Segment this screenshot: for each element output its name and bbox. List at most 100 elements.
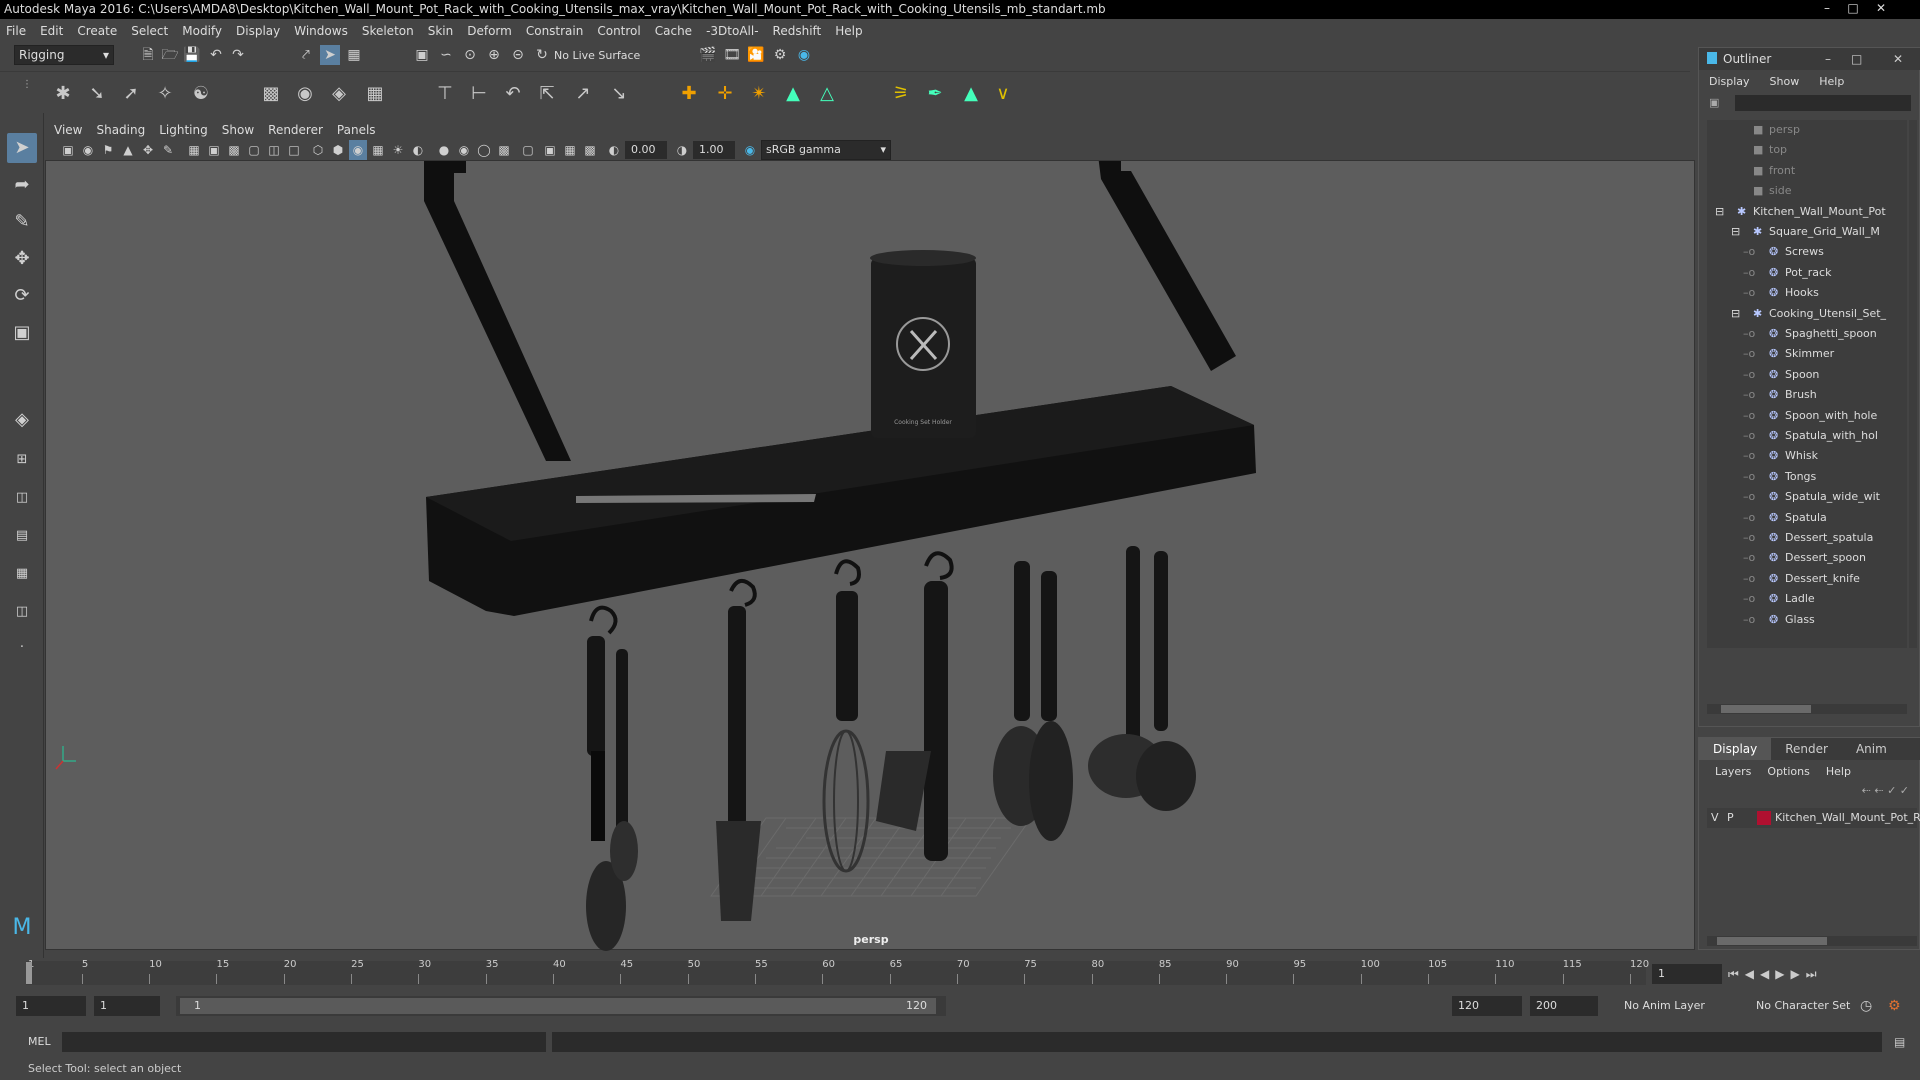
exposure-field[interactable]: 0.00 bbox=[625, 141, 667, 159]
sculpt-icon[interactable]: ✴ bbox=[746, 81, 772, 107]
scale-tool-icon[interactable]: ▣ bbox=[7, 318, 37, 348]
joint-tool-icon[interactable]: ✱ bbox=[50, 81, 76, 107]
layer-tab-render[interactable]: Render bbox=[1771, 738, 1842, 760]
paint-weights-icon[interactable]: ◈ bbox=[326, 81, 352, 107]
layer-playback[interactable]: P bbox=[1727, 808, 1734, 828]
parent-constraint-icon[interactable]: ⊤ bbox=[432, 81, 458, 107]
playback-end-field[interactable]: 120 bbox=[1452, 996, 1522, 1016]
snap-live-icon[interactable]: ↻ bbox=[532, 45, 552, 65]
current-frame-field[interactable]: 1 bbox=[1652, 964, 1722, 984]
menu-redshift[interactable]: Redshift bbox=[773, 24, 822, 38]
ik-handle-icon[interactable]: ➘ bbox=[84, 81, 110, 107]
depth-of-field-icon[interactable]: ▩ bbox=[495, 140, 513, 160]
layer-visibility[interactable]: V bbox=[1711, 808, 1719, 828]
live-surface-field[interactable]: No Live Surface bbox=[554, 47, 654, 65]
outliner-item[interactable]: –o ❂ Brush bbox=[1707, 385, 1907, 405]
layer-menu-help[interactable]: Help bbox=[1826, 762, 1851, 782]
command-input[interactable] bbox=[62, 1032, 546, 1052]
outliner-item[interactable]: –o ❂ Dessert_spoon bbox=[1707, 548, 1907, 568]
menu-select[interactable]: Select bbox=[131, 24, 168, 38]
maximize-icon[interactable]: □ bbox=[1842, 0, 1864, 17]
outliner-item[interactable]: –o ❂ Spatula_wide_wit bbox=[1707, 487, 1907, 507]
bookmark-icon[interactable]: ⚑ bbox=[99, 140, 117, 160]
outliner-item[interactable]: ■ persp bbox=[1707, 120, 1907, 140]
textured-icon[interactable]: ▦ bbox=[369, 140, 387, 160]
start-frame-field[interactable]: 1 bbox=[16, 996, 86, 1016]
outliner-item[interactable]: –o ❂ Glass bbox=[1707, 610, 1907, 630]
anim-layer-dropdown[interactable]: No Anim Layer bbox=[1624, 996, 1734, 1016]
pole-vector-icon[interactable]: ↘ bbox=[606, 81, 632, 107]
outliner-item[interactable]: –o ❂ Spoon bbox=[1707, 365, 1907, 385]
outliner-item[interactable]: ■ side bbox=[1707, 181, 1907, 201]
redo-icon[interactable]: ↷ bbox=[228, 45, 248, 65]
orient-constraint-icon[interactable]: ↶ bbox=[500, 81, 526, 107]
collapse-icon[interactable]: ⊟ bbox=[1731, 304, 1740, 324]
outliner-menu-show[interactable]: Show bbox=[1770, 72, 1800, 92]
panel-menu-view[interactable]: View bbox=[54, 123, 82, 137]
insert-joint-icon[interactable]: ✧ bbox=[152, 81, 178, 107]
outliner-menu-display[interactable]: Display bbox=[1709, 72, 1750, 92]
panel-menu-panels[interactable]: Panels bbox=[337, 123, 376, 137]
aim-constraint-icon[interactable]: ↗ bbox=[570, 81, 596, 107]
point-constraint-icon[interactable]: ⊢ bbox=[466, 81, 492, 107]
gate-mask-icon[interactable]: ▢ bbox=[245, 140, 263, 160]
auto-key-icon[interactable]: ◷ bbox=[1860, 996, 1880, 1016]
undo-icon[interactable]: ↶ bbox=[206, 45, 226, 65]
layer-color-swatch[interactable] bbox=[1757, 811, 1771, 825]
wire-on-shaded-icon[interactable]: ◉ bbox=[349, 140, 367, 160]
move-tool-icon[interactable]: ✥ bbox=[7, 244, 37, 274]
camera-attr-icon[interactable]: ◉ bbox=[79, 140, 97, 160]
cluster-icon[interactable]: ✛ bbox=[712, 81, 738, 107]
menu-deform[interactable]: Deform bbox=[467, 24, 512, 38]
outliner-close-icon[interactable]: ✕ bbox=[1893, 48, 1903, 70]
outliner-item[interactable]: ⊟ ✱ Kitchen_Wall_Mount_Pot bbox=[1707, 202, 1907, 222]
character-set-dropdown[interactable]: No Character Set bbox=[1756, 996, 1866, 1016]
grease-pencil-icon[interactable]: ✎ bbox=[159, 140, 177, 160]
wrap-icon[interactable]: ✒ bbox=[922, 81, 948, 107]
menu-modify[interactable]: Modify bbox=[182, 24, 222, 38]
outliner-item[interactable]: –o ❂ Hooks bbox=[1707, 283, 1907, 303]
menu-skeleton[interactable]: Skeleton bbox=[362, 24, 414, 38]
playback-start-field[interactable]: 1 bbox=[94, 996, 160, 1016]
layout-dot-icon[interactable]: · bbox=[7, 633, 37, 663]
range-bar[interactable]: 1 120 bbox=[176, 996, 946, 1016]
xray-joints-icon[interactable]: ▦ bbox=[561, 140, 579, 160]
antialiasing-icon[interactable]: ◯ bbox=[475, 140, 493, 160]
layer-tab-anim[interactable]: Anim bbox=[1842, 738, 1901, 760]
script-editor-icon[interactable]: ▤ bbox=[1894, 1033, 1912, 1051]
outliner-item[interactable]: –o ❂ Skimmer bbox=[1707, 344, 1907, 364]
hik-character-icon[interactable]: △ bbox=[814, 81, 840, 107]
isolate-select-icon[interactable]: ▢ bbox=[519, 140, 537, 160]
menu-help[interactable]: Help bbox=[835, 24, 862, 38]
outliner-item[interactable]: ■ front bbox=[1707, 161, 1907, 181]
layer-hscroll-thumb[interactable] bbox=[1717, 937, 1827, 945]
menuset-dropdown[interactable]: Rigging ▾ bbox=[14, 45, 114, 65]
panel-menu-lighting[interactable]: Lighting bbox=[159, 123, 208, 137]
xray-components-icon[interactable]: ▩ bbox=[581, 140, 599, 160]
outliner-item[interactable]: –o ❂ Pot_rack bbox=[1707, 263, 1907, 283]
select-tool-icon[interactable]: ➤ bbox=[7, 133, 37, 163]
select-hierarchy-icon[interactable]: ⤤ bbox=[296, 45, 316, 65]
shelf-tabs-icon[interactable]: ⋮ bbox=[22, 78, 32, 92]
four-view-icon[interactable]: ⊞ bbox=[7, 445, 37, 475]
twod-pan-icon[interactable]: ✥ bbox=[139, 140, 157, 160]
outliner-hscroll[interactable] bbox=[1707, 704, 1907, 714]
viewport-persp[interactable]: Cooking Set Holder persp bbox=[45, 160, 1695, 951]
outliner-item[interactable]: –o ❂ Spatula_with_hol bbox=[1707, 426, 1907, 446]
outliner-item[interactable]: ■ top bbox=[1707, 140, 1907, 160]
resolution-gate-icon[interactable]: ▩ bbox=[225, 140, 243, 160]
select-component-icon[interactable]: ▦ bbox=[344, 45, 364, 65]
outliner-item[interactable]: –o ❂ Ladle bbox=[1707, 589, 1907, 609]
blend-shape-icon[interactable]: ⚞ bbox=[888, 81, 914, 107]
snap-view-icon[interactable]: ⊕ bbox=[484, 45, 504, 65]
outliner-filter-icon[interactable]: ▣ bbox=[1709, 96, 1724, 111]
outliner-menu-help[interactable]: Help bbox=[1819, 72, 1844, 92]
render-settings-icon[interactable]: ⚙ bbox=[770, 45, 790, 65]
menu-cache[interactable]: Cache bbox=[655, 24, 692, 38]
menu-3dtoall[interactable]: -3DtoAll- bbox=[706, 24, 758, 38]
outliner-item[interactable]: –o ❂ Whisk bbox=[1707, 446, 1907, 466]
scale-constraint-icon[interactable]: ⇱ bbox=[534, 81, 560, 107]
save-scene-icon[interactable]: 💾 bbox=[182, 45, 202, 65]
lights-icon[interactable]: ☀ bbox=[389, 140, 407, 160]
color-management-icon[interactable]: ◉ bbox=[741, 140, 759, 160]
